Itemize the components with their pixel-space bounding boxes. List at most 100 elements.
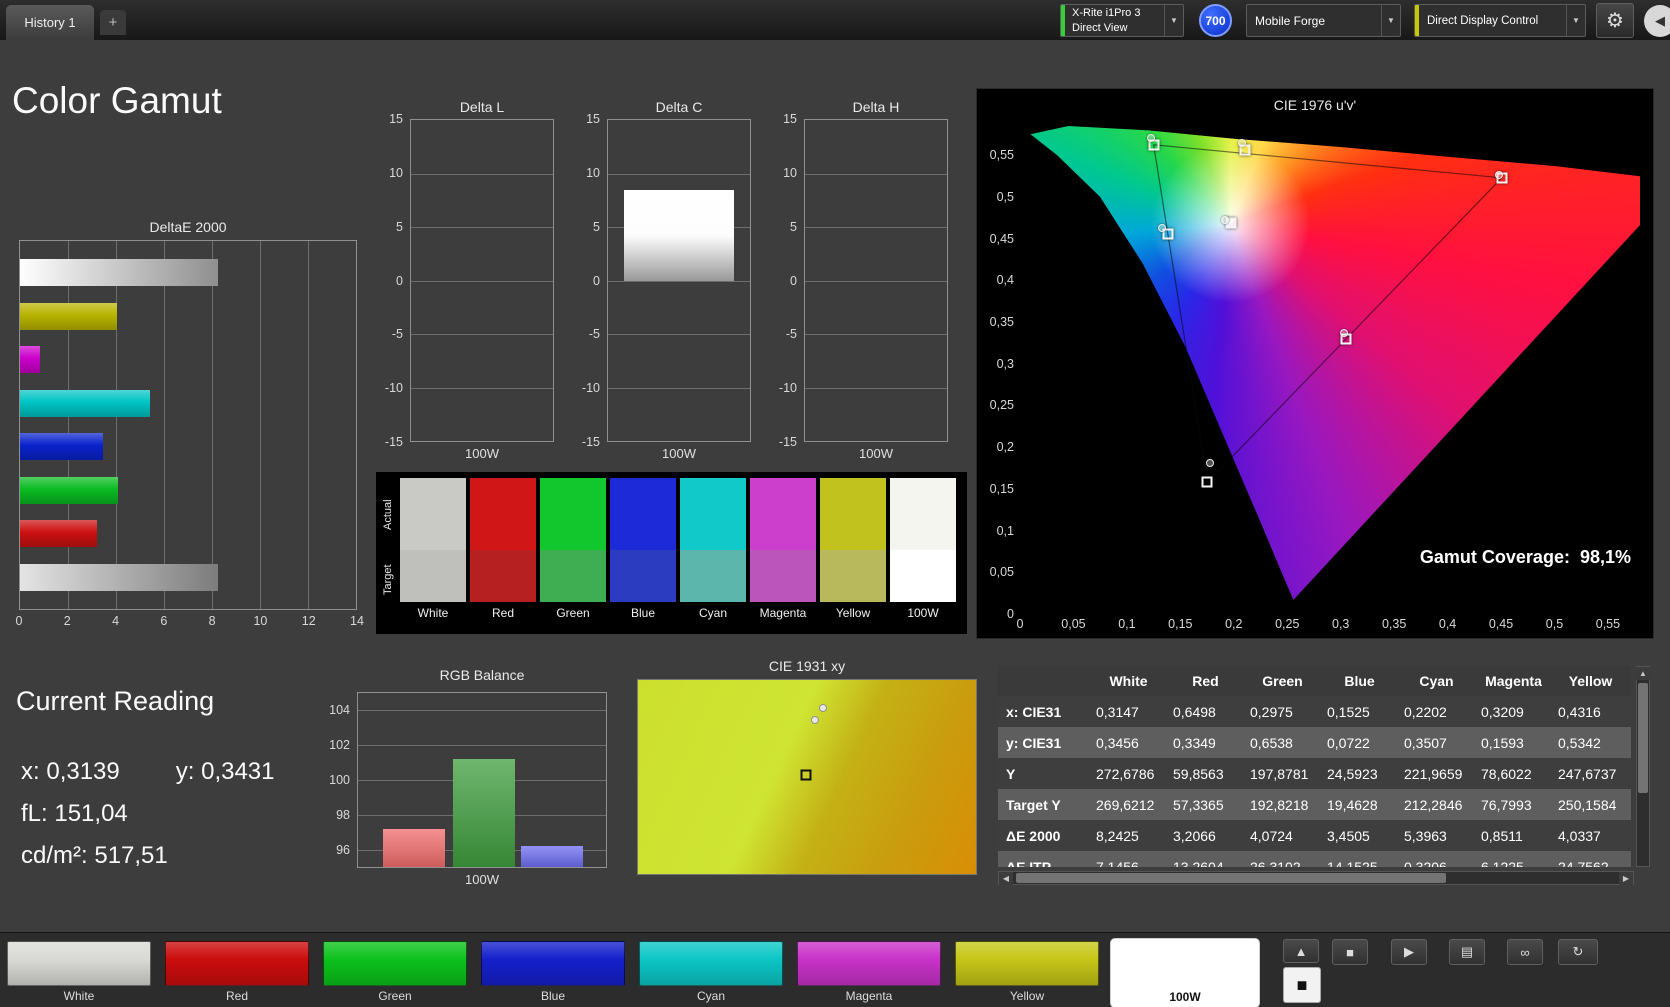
play-icon[interactable]: ▶ [1391, 939, 1427, 965]
gamut-triangle-overlay [1020, 126, 1640, 614]
scroll-up-icon[interactable]: ▲ [1636, 667, 1650, 680]
swatch-actual [540, 478, 606, 550]
loop-icon[interactable]: ∞ [1507, 939, 1543, 965]
refresh-icon[interactable]: ↻ [1558, 939, 1598, 965]
expand-up-icon[interactable]: ▲ [1283, 939, 1319, 963]
gear-icon[interactable]: ⚙ [1596, 3, 1634, 38]
axis-tick-label: 0,3 [1331, 617, 1350, 631]
pattern-label: White [63, 989, 95, 1003]
chevron-down-icon[interactable]: ▼ [1566, 5, 1585, 36]
gamut-coverage: Gamut Coverage: 98,1% [1420, 547, 1631, 568]
pattern-button-100w[interactable]: 100W [1110, 938, 1260, 1007]
scroll-right-icon[interactable]: ▶ [1619, 871, 1633, 885]
table-col-header-magenta: Magenta [1485, 673, 1542, 689]
table-row: Target Y 269,6212 57,3365 192,8218 19,4628 21… [998, 789, 1631, 820]
axis-tick-label: 0 [593, 273, 600, 288]
swatch-actual [750, 478, 816, 550]
pattern-swatch [323, 941, 467, 986]
save-icon[interactable]: ▤ [1449, 939, 1485, 965]
gridline [411, 387, 553, 389]
swatch-column-magenta: Magenta [750, 478, 816, 624]
swatch-column-white: White [400, 478, 466, 624]
table-cell: 0,2202 [1404, 703, 1447, 720]
swatch-label: Green [556, 606, 590, 620]
gridline [805, 280, 947, 282]
bottom-bar: White Red Green Blue Cyan Magenta Yellow 100W ▲… [0, 932, 1670, 1007]
pattern-swatch [797, 941, 941, 986]
pattern-swatch [1114, 942, 1256, 987]
gridline [805, 227, 947, 228]
swatch-label: Blue [630, 606, 656, 620]
deltae-bar-white [20, 259, 218, 287]
pattern-label: Cyan [696, 989, 725, 1003]
measured-marker-yellow [1238, 139, 1247, 148]
scroll-left-icon[interactable]: ◀ [999, 871, 1013, 885]
axis-tick-label: 0 [1007, 607, 1014, 621]
swatch-actual [680, 478, 746, 550]
table-row: ΔE ITP 7,1456 13,2604 26,3102 14,1525 0,3206 6… [998, 851, 1631, 867]
swatch-target [540, 550, 606, 602]
table-cell: 247,6737 [1558, 765, 1617, 782]
chevron-down-icon[interactable]: ▼ [1164, 5, 1183, 36]
pattern-window-button[interactable]: ■ [1283, 967, 1321, 1003]
deltae-bar-green [20, 476, 118, 504]
chevron-down-icon[interactable]: ▼ [1381, 5, 1400, 36]
scrollbar-thumb[interactable] [1016, 873, 1446, 883]
swatch-actual [470, 478, 536, 550]
swatch-label: 100W [907, 606, 939, 620]
axis-tick-label: 0 [15, 614, 23, 628]
deltae-bar-magenta [20, 346, 41, 374]
reading-y: y: 0,3431 [175, 758, 275, 785]
measured-marker-cyan [1157, 223, 1166, 232]
swatch-actual [610, 478, 676, 550]
pattern-button-magenta[interactable]: Magenta [794, 938, 944, 1007]
delta-c-plot [607, 119, 751, 442]
axis-tick-label: -10 [778, 381, 797, 396]
axis-tick-label: 10 [253, 614, 268, 628]
display-control-label: Direct Display Control [1427, 14, 1539, 27]
swatch-column-green: Green [540, 478, 606, 624]
table-row: y: CIE31 0,3456 0,3349 0,6538 0,0722 0,3507 0,… [998, 727, 1631, 758]
pattern-swatch [481, 941, 625, 986]
pattern-button-white[interactable]: White [4, 938, 154, 1007]
gridline [805, 173, 947, 175]
meter-selector[interactable]: X-Rite i1Pro 3 Direct View ▼ [1060, 4, 1184, 37]
table-cell: 192,8218 [1250, 796, 1309, 813]
gridline [608, 387, 750, 389]
deltae-bar-cyan [20, 389, 150, 417]
table-row-label: ΔE ITP [1006, 858, 1052, 868]
gridline [411, 280, 553, 282]
workflow-selector[interactable]: Mobile Forge ▼ [1246, 4, 1401, 37]
swatch-target [750, 550, 816, 602]
table-cell: 197,8781 [1250, 765, 1309, 782]
gamut-coverage-value: 98,1% [1579, 547, 1631, 567]
add-tab-button[interactable]: + [100, 10, 126, 35]
meter-count-badge: 700 [1199, 4, 1232, 37]
delta-h-plot [804, 119, 948, 442]
table-col-header-red: Red [1192, 673, 1219, 689]
display-control-selector[interactable]: Direct Display Control ▼ [1414, 4, 1586, 37]
pattern-swatch [165, 941, 309, 986]
table-row-label: y: CIE31 [1006, 734, 1062, 751]
table-cell: 269,6212 [1096, 796, 1155, 813]
pattern-button-green[interactable]: Green [320, 938, 470, 1007]
table-cell: 0,3206 [1404, 858, 1447, 868]
table-cell: 57,3365 [1173, 796, 1224, 813]
reading-cdm2: cd/m²: 517,51 [21, 842, 168, 869]
pattern-button-red[interactable]: Red [162, 938, 312, 1007]
axis-tick-label: 10 [783, 165, 797, 180]
stop-icon[interactable]: ■ [1332, 939, 1368, 965]
axis-tick-label: 0,1 [1118, 617, 1136, 631]
pattern-label: Red [225, 989, 248, 1003]
axis-tick-label: 0,05 [1061, 617, 1086, 631]
collapse-panel-icon[interactable]: ◀ [1644, 5, 1670, 37]
pattern-button-cyan[interactable]: Cyan [636, 938, 786, 1007]
history-tab[interactable]: History 1 [6, 5, 94, 40]
table-horizontal-scrollbar[interactable]: ◀ ▶ [998, 871, 1634, 885]
meter-name: X-Rite i1Pro 3 Direct View [1072, 7, 1141, 34]
reading-fl: fL: 151,04 [21, 800, 128, 827]
scrollbar-thumb[interactable] [1638, 683, 1648, 793]
pattern-button-yellow[interactable]: Yellow [952, 938, 1102, 1007]
pattern-button-blue[interactable]: Blue [478, 938, 628, 1007]
table-vertical-scrollbar[interactable]: ▲ [1636, 666, 1650, 867]
